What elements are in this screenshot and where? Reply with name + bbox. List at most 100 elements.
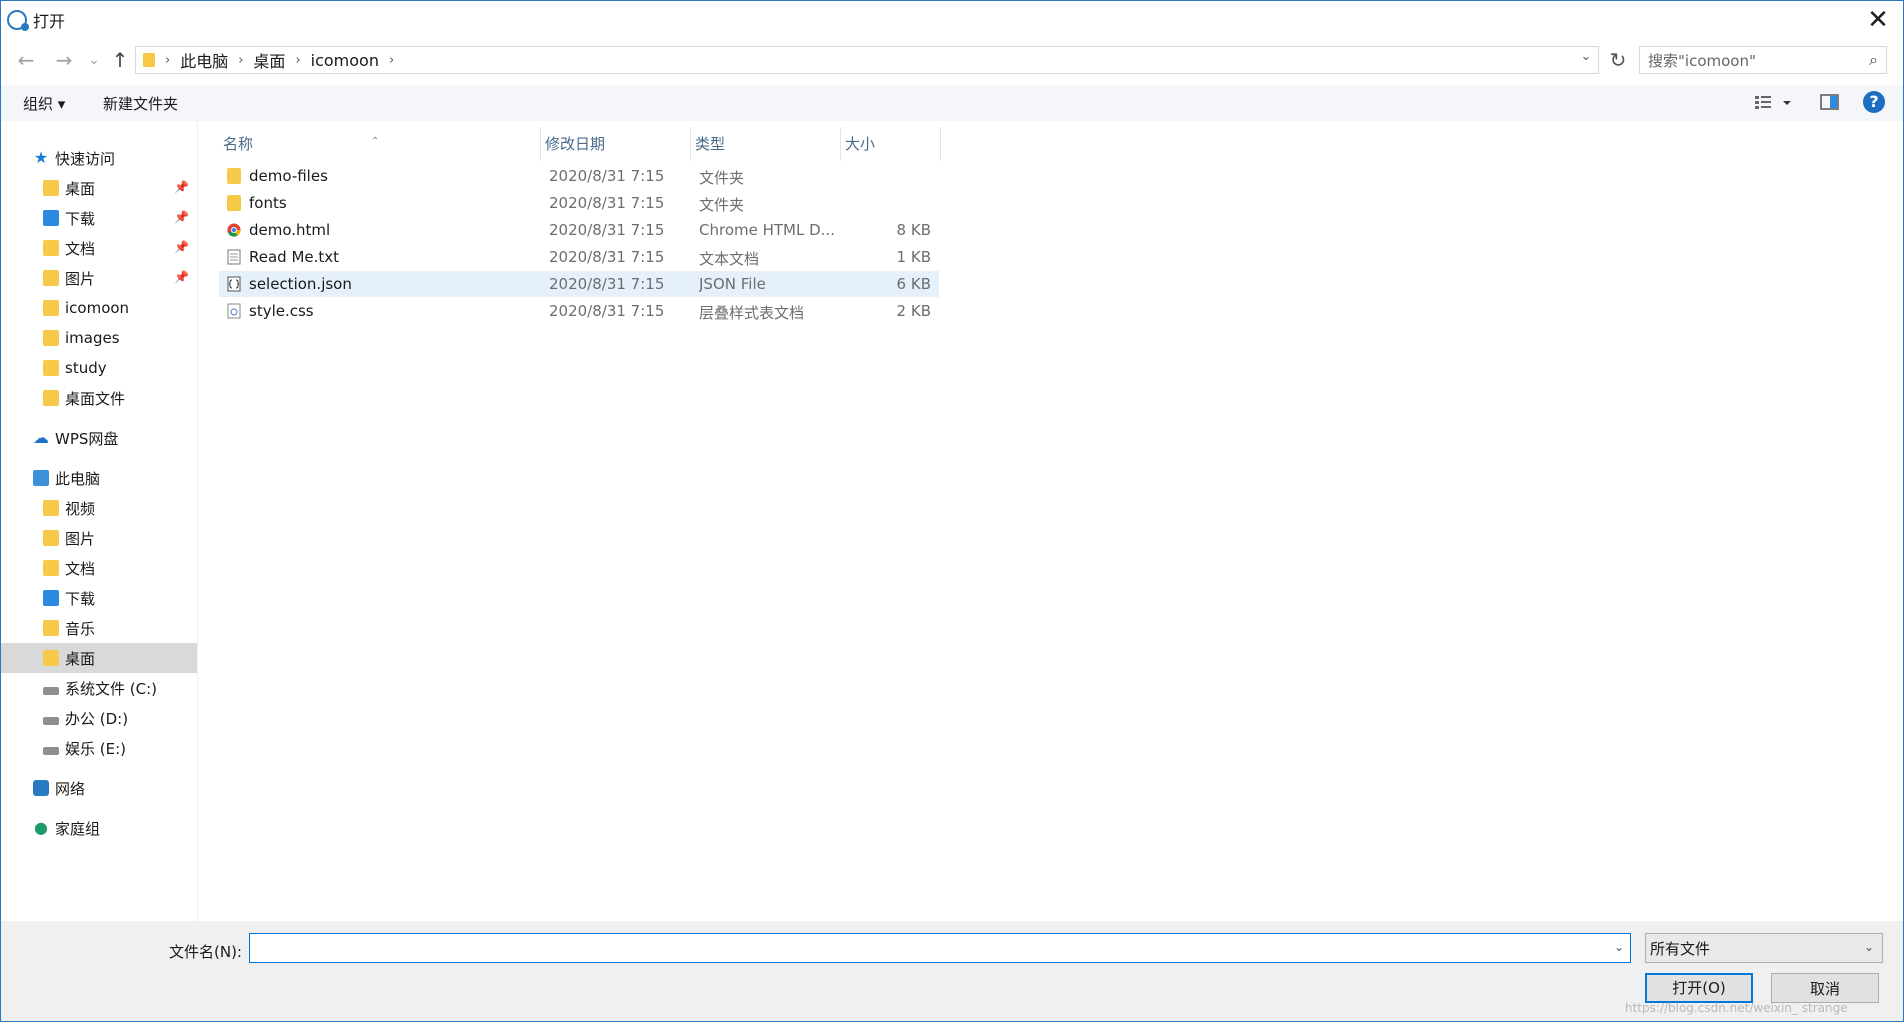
file-size: 8 KB [896, 221, 931, 239]
column-header-size[interactable]: 大小 [841, 127, 941, 161]
sidebar-item-quick-documents[interactable]: 文档 📌 [1, 233, 197, 263]
column-header-name[interactable]: ⌃ 名称 [219, 127, 541, 161]
sidebar-item-quick-icomoon[interactable]: icomoon [1, 293, 197, 323]
chevron-down-icon[interactable]: ⌄ [1614, 940, 1624, 954]
table-row[interactable]: fonts 2020/8/31 7:15 文件夹 [219, 190, 939, 216]
search-placeholder: 搜索"icomoon" [1648, 51, 1756, 70]
file-name: Read Me.txt [249, 248, 340, 266]
preview-pane-button[interactable] [1819, 91, 1841, 117]
sidebar-item-homegroup[interactable]: ● 家庭组 [1, 813, 197, 843]
table-row[interactable]: Read Me.txt 2020/8/31 7:15 文本文档 1 KB [219, 244, 939, 270]
view-options-button[interactable] [1753, 91, 1793, 117]
forward-arrow-icon[interactable]: → [51, 47, 77, 73]
breadcrumb-icomoon[interactable]: icomoon [311, 51, 379, 70]
sidebar-item-drive-c[interactable]: 系统文件 (C:) [1, 673, 197, 703]
sidebar-item-videos[interactable]: 视频 [1, 493, 197, 523]
file-type: Chrome HTML D... [699, 221, 835, 239]
table-row[interactable]: demo-files 2020/8/31 7:15 文件夹 [219, 163, 939, 189]
file-type: 文件夹 [699, 196, 745, 214]
documents-folder-icon [43, 560, 59, 576]
sidebar-item-quick-desktop-files[interactable]: 桌面文件 [1, 383, 197, 413]
sidebar-item-label: 桌面 [65, 179, 96, 198]
close-icon[interactable]: ✕ [1863, 5, 1893, 35]
sidebar-item-quick-access[interactable]: ★ 快速访问 [1, 143, 197, 173]
sidebar-item-quick-downloads[interactable]: 下载 📌 [1, 203, 197, 233]
sidebar-item-label: 桌面 [65, 649, 96, 668]
sidebar-item-label: icomoon [65, 299, 130, 317]
sidebar-item-this-pc[interactable]: 此电脑 [1, 463, 197, 493]
filename-input[interactable] [250, 934, 1596, 962]
sidebar-item-desktop[interactable]: 桌面 [1, 643, 197, 673]
sidebar-item-pictures[interactable]: 图片 [1, 523, 197, 553]
sidebar-item-label: 娱乐 (E:) [65, 739, 127, 758]
sidebar-item-label: 桌面文件 [65, 389, 126, 408]
chevron-down-icon[interactable]: ⌄ [1576, 49, 1596, 64]
pictures-folder-icon [43, 270, 59, 286]
sidebar-item-label: images [65, 329, 120, 347]
sidebar-item-quick-desktop[interactable]: 桌面 📌 [1, 173, 197, 203]
sidebar-item-drive-e[interactable]: 娱乐 (E:) [1, 733, 197, 763]
breadcrumb-this-pc[interactable]: 此电脑 [180, 48, 228, 72]
cancel-button[interactable]: 取消 [1771, 973, 1879, 1003]
chevron-right-icon[interactable]: › [389, 53, 394, 68]
sidebar-item-label: 文档 [65, 239, 96, 258]
chevron-right-icon[interactable]: › [238, 53, 243, 68]
recent-locations-icon[interactable]: ⌄ [81, 47, 107, 73]
file-name: style.css [249, 302, 314, 320]
pin-icon[interactable]: 📌 [174, 180, 189, 194]
sidebar-item-label: 文档 [65, 559, 96, 578]
search-icon[interactable]: ⌕ [1869, 50, 1878, 70]
sidebar-item-downloads[interactable]: 下载 [1, 583, 197, 613]
file-size: 1 KB [896, 248, 931, 266]
sidebar-item-quick-images[interactable]: images [1, 323, 197, 353]
text-file-icon [227, 249, 241, 265]
file-type: 文件夹 [699, 169, 745, 187]
sidebar-item-wps-drive[interactable]: ☁ WPS网盘 [1, 423, 197, 453]
sidebar-item-quick-pictures[interactable]: 图片 📌 [1, 263, 197, 293]
homegroup-icon: ● [34, 818, 48, 837]
pin-icon[interactable]: 📌 [174, 210, 189, 224]
downloads-folder-icon [43, 210, 59, 226]
pin-icon[interactable]: 📌 [174, 270, 189, 284]
css-file-icon [227, 303, 241, 319]
watermark-text: https://blog.csdn.net/weixin_ strange [1625, 1001, 1848, 1015]
folder-icon [43, 300, 59, 316]
column-header-date[interactable]: 修改日期 [541, 127, 691, 161]
pin-icon[interactable]: 📌 [174, 240, 189, 254]
breadcrumb-desktop[interactable]: 桌面 [253, 48, 285, 72]
chevron-down-icon[interactable]: ⌄ [1864, 940, 1874, 954]
help-icon[interactable]: ? [1863, 91, 1885, 113]
sidebar-item-label: 家庭组 [55, 819, 101, 838]
folder-icon [43, 330, 59, 346]
chevron-right-icon[interactable]: › [295, 53, 300, 68]
back-arrow-icon[interactable]: ← [13, 47, 39, 73]
open-file-dialog: 打开 ✕ ← → ⌄ ↑ › 此电脑 › 桌面 › icomoon › ⌄ ↻ … [0, 0, 1904, 1022]
command-toolbar: 组织 ▾ 新建文件夹 ? [1, 85, 1903, 121]
sidebar-item-label: 此电脑 [55, 469, 101, 488]
filename-combobox[interactable]: ⌄ [249, 933, 1631, 963]
file-date: 2020/8/31 7:15 [549, 275, 665, 293]
file-name: fonts [249, 194, 287, 212]
sidebar-item-drive-d[interactable]: 办公 (D:) [1, 703, 197, 733]
folder-icon [43, 390, 59, 406]
refresh-icon[interactable]: ↻ [1605, 46, 1631, 74]
folder-icon [227, 168, 241, 184]
sidebar-item-documents[interactable]: 文档 [1, 553, 197, 583]
sidebar-item-network[interactable]: 网络 [1, 773, 197, 803]
file-list: ⌃ 名称 修改日期 类型 大小 demo-files 2020/8/31 7:1… [219, 121, 1903, 921]
column-header-label: 类型 [695, 135, 726, 153]
address-bar[interactable]: › 此电脑 › 桌面 › icomoon › ⌄ [135, 46, 1599, 74]
table-row[interactable]: style.css 2020/8/31 7:15 层叠样式表文档 2 KB [219, 298, 939, 324]
up-arrow-icon[interactable]: ↑ [107, 47, 133, 73]
table-row[interactable]: demo.html 2020/8/31 7:15 Chrome HTML D..… [219, 217, 939, 243]
file-type-select[interactable]: 所有文件 ⌄ [1645, 933, 1883, 963]
new-folder-button[interactable]: 新建文件夹 [103, 93, 178, 114]
table-row[interactable]: selection.json 2020/8/31 7:15 JSON File … [219, 271, 939, 297]
drive-icon [43, 747, 59, 755]
search-input[interactable]: 搜索"icomoon" ⌕ [1639, 46, 1887, 74]
organize-button[interactable]: 组织 ▾ [23, 93, 65, 114]
sidebar-item-quick-study[interactable]: study [1, 353, 197, 383]
open-button[interactable]: 打开(O) [1645, 973, 1753, 1003]
sidebar-item-music[interactable]: 音乐 [1, 613, 197, 643]
column-header-type[interactable]: 类型 [691, 127, 841, 161]
